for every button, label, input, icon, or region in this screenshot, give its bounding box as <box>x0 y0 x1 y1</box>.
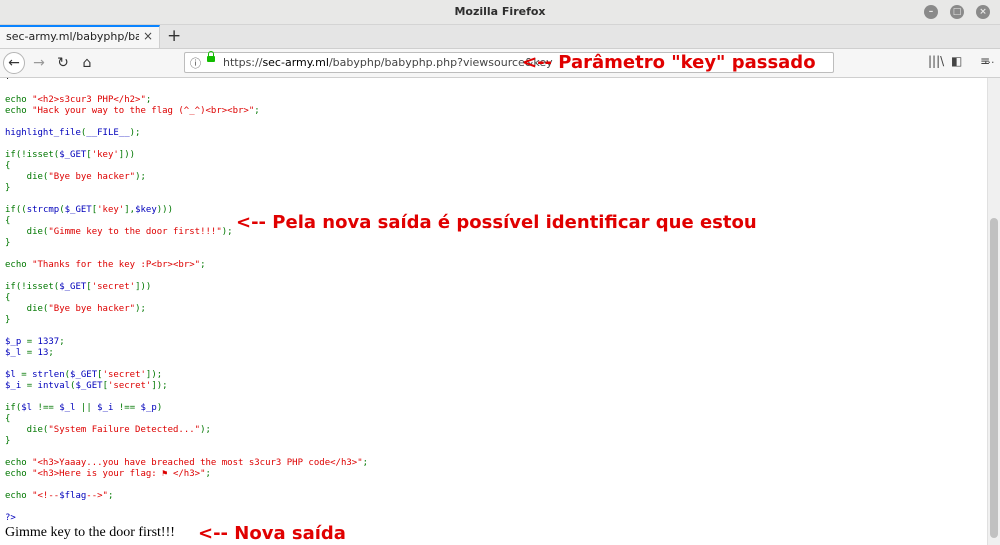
window-title: Mozilla Firefox <box>454 5 546 18</box>
code-line: echo "<h3>Here is your flag: ⚑ </h3>"; <box>5 469 211 479</box>
back-button[interactable]: ← <box>3 52 25 74</box>
annotation-new-output-explanation: <-- Pela nova saída é possível identific… <box>236 212 757 233</box>
code-line: { <box>5 216 11 226</box>
code-line: echo "<h3>Yaaay...you have breached the … <box>5 458 369 468</box>
forward-button[interactable]: → <box>28 52 50 74</box>
url-domain: sec-army.ml <box>262 56 329 69</box>
code-line: echo "<!--$flag-->"; <box>5 491 114 501</box>
reload-button[interactable]: ↻ <box>52 52 74 74</box>
code-line: { <box>5 161 11 171</box>
code-line: if((strcmp($_GET['key'],$key))) <box>5 205 174 215</box>
code-line: } <box>5 436 11 446</box>
scrollbar-thumb[interactable] <box>990 218 998 538</box>
code-line: { <box>5 293 11 303</box>
code-line: die("System Failure Detected..."); <box>5 425 211 435</box>
library-icon[interactable]: |||\ <box>928 54 944 68</box>
url-text[interactable]: https://sec-army.ml/babyphp/babyphp.php?… <box>223 56 553 69</box>
code-line: } <box>5 315 11 325</box>
code-line: die("Bye bye hacker"); <box>5 172 146 182</box>
navigation-toolbar: ← → ↻ ⌂ ⓘ https://sec-army.ml/babyphp/ba… <box>0 49 1000 78</box>
url-prefix: https:// <box>223 56 263 69</box>
code-line: echo "Hack your way to the flag (^_^)<br… <box>5 106 260 116</box>
tab-label: sec-army.ml/babyphp/babyp <box>6 30 139 43</box>
code-line: echo "Thanks for the key :P<br><br>"; <box>5 260 206 270</box>
code-line: echo "<h2>s3cur3 PHP</h2>"; <box>5 95 152 105</box>
annotation-key-param: <-- Parâmetro "key" passado <box>522 52 816 73</box>
tab-bar: sec-army.ml/babyphp/babyp × + <box>0 25 1000 49</box>
lock-icon <box>207 51 215 62</box>
window-controls: – □ × <box>924 5 990 19</box>
code-line: { <box>5 414 11 424</box>
code-line: ? <box>5 78 10 82</box>
page-output-text: Gimme key to the door first!!! <box>5 525 175 540</box>
code-line: if(!isset($_GET['key'])) <box>5 150 136 160</box>
close-window-button[interactable]: × <box>976 5 990 19</box>
sidebar-icon[interactable]: ◧ <box>951 54 962 68</box>
code-line: $_p = 1337; <box>5 337 65 347</box>
vertical-scrollbar[interactable] <box>987 78 1000 545</box>
code-line: if($l !== $_l || $_i !== $_p) <box>5 403 163 413</box>
window-titlebar: Mozilla Firefox – □ × <box>0 0 1000 25</box>
minimize-button[interactable]: – <box>924 5 938 19</box>
annotation-new-output: <-- Nova saída <box>198 523 346 544</box>
code-line: highlight_file(__FILE__); <box>5 128 141 138</box>
page-content: ? echo "<h2>s3cur3 PHP</h2>";echo "Hack y… <box>0 78 988 545</box>
tab-active[interactable]: sec-army.ml/babyphp/babyp × <box>0 25 160 48</box>
code-line: die("Gimme key to the door first!!!"); <box>5 227 233 237</box>
code-line: } <box>5 183 11 193</box>
maximize-button[interactable]: □ <box>950 5 964 19</box>
code-line: } <box>5 238 11 248</box>
info-icon[interactable]: ⓘ <box>190 55 201 71</box>
url-path: /babyphp/babyphp.php?viewsource&key <box>328 56 553 69</box>
code-line: die("Bye bye hacker"); <box>5 304 146 314</box>
home-button[interactable]: ⌂ <box>76 52 98 74</box>
tab-close-icon[interactable]: × <box>143 29 153 43</box>
code-line: if(!isset($_GET['secret'])) <box>5 282 152 292</box>
code-line: $_l = 13; <box>5 348 54 358</box>
code-line: $l = strlen($_GET['secret']); <box>5 370 163 380</box>
code-line: $_i = intval($_GET['secret']); <box>5 381 168 391</box>
menu-icon[interactable]: ≡ <box>980 54 990 68</box>
new-tab-button[interactable]: + <box>167 25 181 47</box>
code-line: ?> <box>5 513 16 523</box>
